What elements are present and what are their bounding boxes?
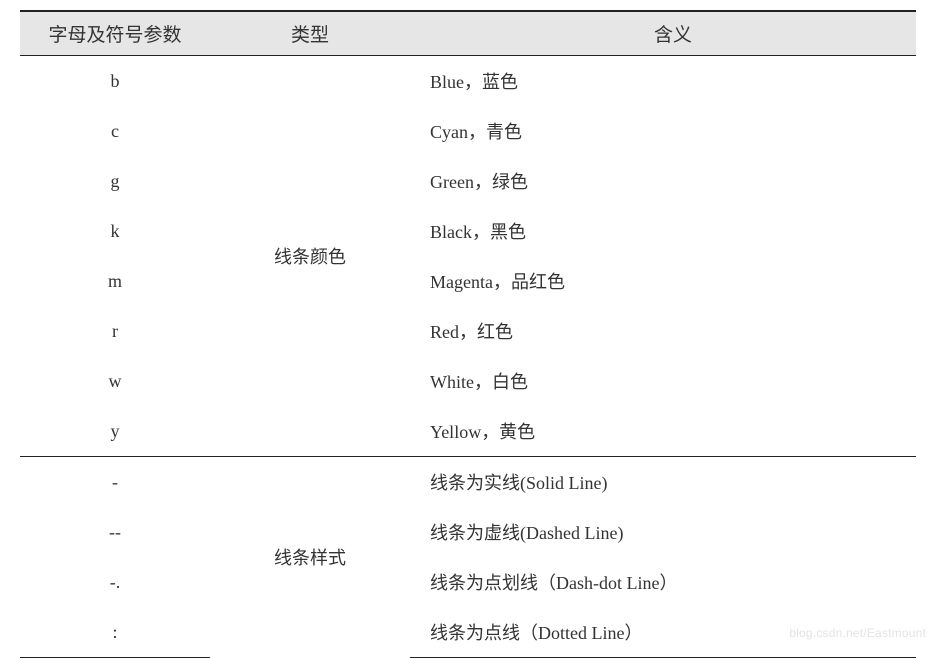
cell-meaning: 线条为点划线（Dash-dot Line） — [410, 557, 916, 607]
table-row: m Magenta，品红色 — [20, 256, 916, 306]
cell-code: k — [20, 206, 210, 256]
cell-code: w — [20, 356, 210, 406]
table-row: r Red，红色 — [20, 306, 916, 356]
watermark-text: blog.csdn.net/Eastmount — [789, 626, 926, 640]
table-row: b 线条颜色 Blue，蓝色 — [20, 56, 916, 107]
header-col-meaning: 含义 — [410, 11, 916, 56]
table-row: g Green，绿色 — [20, 156, 916, 206]
table-row: - 线条样式 线条为实线(Solid Line) — [20, 457, 916, 508]
cell-code: m — [20, 256, 210, 306]
table-row: y Yellow，黄色 — [20, 406, 916, 457]
parameter-table: 字母及符号参数 类型 含义 b 线条颜色 Blue，蓝色 c Cyan，青色 g… — [20, 10, 916, 658]
cell-code: - — [20, 457, 210, 508]
cell-code: g — [20, 156, 210, 206]
cell-code: -. — [20, 557, 210, 607]
table-row: k Black，黑色 — [20, 206, 916, 256]
cell-meaning: Cyan，青色 — [410, 106, 916, 156]
table-row: -. 线条为点划线（Dash-dot Line） — [20, 557, 916, 607]
header-row: 字母及符号参数 类型 含义 — [20, 11, 916, 56]
cell-code: c — [20, 106, 210, 156]
cell-code: y — [20, 406, 210, 457]
cell-meaning: Green，绿色 — [410, 156, 916, 206]
table-row: -- 线条为虚线(Dashed Line) — [20, 507, 916, 557]
cell-meaning: 线条为实线(Solid Line) — [410, 457, 916, 508]
cell-code: -- — [20, 507, 210, 557]
cell-code: r — [20, 306, 210, 356]
table-container: 字母及符号参数 类型 含义 b 线条颜色 Blue，蓝色 c Cyan，青色 g… — [0, 0, 936, 646]
cell-meaning: Red，红色 — [410, 306, 916, 356]
cell-meaning: White，白色 — [410, 356, 916, 406]
cell-meaning: Yellow，黄色 — [410, 406, 916, 457]
header-col-type: 类型 — [210, 11, 410, 56]
cell-code: : — [20, 607, 210, 658]
table-row: : 线条为点线（Dotted Line） — [20, 607, 916, 658]
cell-type: 线条样式 — [210, 457, 410, 658]
cell-type: 线条颜色 — [210, 56, 410, 457]
cell-meaning: Blue，蓝色 — [410, 56, 916, 107]
table-row: c Cyan，青色 — [20, 106, 916, 156]
cell-code: b — [20, 56, 210, 107]
cell-meaning: 线条为虚线(Dashed Line) — [410, 507, 916, 557]
cell-meaning: Black，黑色 — [410, 206, 916, 256]
table-row: w White，白色 — [20, 356, 916, 406]
header-col-code: 字母及符号参数 — [20, 11, 210, 56]
cell-meaning: Magenta，品红色 — [410, 256, 916, 306]
